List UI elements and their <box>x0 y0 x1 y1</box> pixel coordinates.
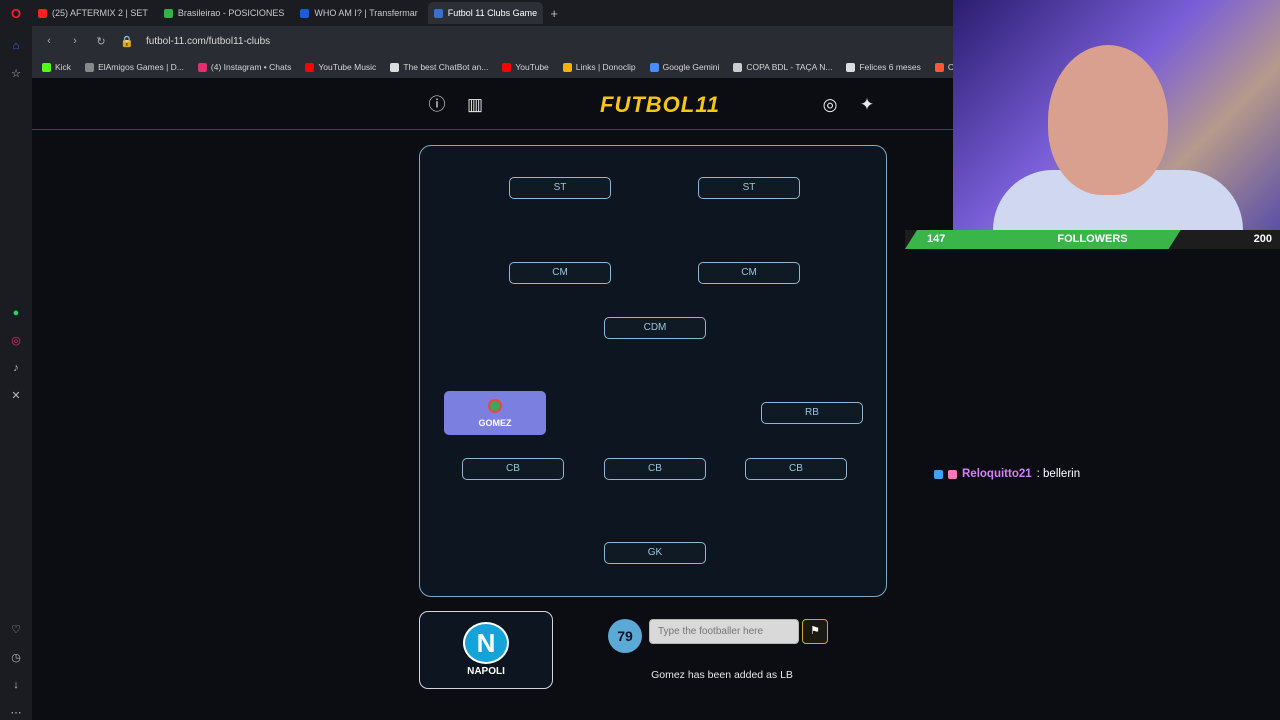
opera-logo-icon[interactable]: O <box>0 0 32 26</box>
bookmark-label: Kick <box>55 62 72 72</box>
bookmark-label: YouTube Music <box>318 62 377 72</box>
flag-icon[interactable]: ⚑ <box>802 619 828 644</box>
heart-icon[interactable]: ♡ <box>8 622 24 637</box>
bookmark-label: The best ChatBot an... <box>403 62 489 72</box>
bookmark-icon <box>305 62 315 72</box>
chat-username: Reloquitto21 <box>962 468 1032 480</box>
player-name: GOMEZ <box>478 418 512 428</box>
club-badge-icon <box>488 399 502 413</box>
chat-text: : bellerin <box>1036 468 1081 480</box>
bookmark-icon <box>197 62 207 72</box>
x-icon[interactable]: ✕ <box>8 388 24 403</box>
stats-icon[interactable]: ▥ <box>464 94 486 116</box>
bookmark-item[interactable]: The best ChatBot an... <box>390 62 488 72</box>
slot-rb[interactable]: RB <box>761 402 863 424</box>
bookmark-item[interactable]: ElAmigos Games | D... <box>85 62 184 72</box>
browser-tab[interactable]: Brasileirao - POSICIONES <box>158 2 291 24</box>
slot-cdm[interactable]: CDM <box>604 317 706 339</box>
bookmark-icon <box>846 62 856 72</box>
browser-sidebar: ⌂ ☆ ● ◎ ♪ ✕ ♡ ◷ ↓ ⋯ <box>0 26 32 720</box>
bookmark-icon <box>390 62 400 72</box>
bookmark-item[interactable]: COPA BDL - TAÇA N... <box>733 62 832 72</box>
slot-gk[interactable]: GK <box>604 542 706 564</box>
site-logo[interactable]: FUTBOL11 <box>600 92 720 118</box>
bookmark-label: ElAmigos Games | D... <box>98 62 184 72</box>
bookmark-label: (4) Instagram • Chats <box>210 62 292 72</box>
history-icon[interactable]: ◷ <box>8 650 24 665</box>
bookmark-label: Felices 6 meses <box>859 62 921 72</box>
bookmark-icon <box>42 62 51 72</box>
new-tab-button[interactable]: + <box>543 6 565 21</box>
instagram-sidebar-icon[interactable]: ◎ <box>8 333 24 348</box>
slot-st-left[interactable]: ST <box>509 177 611 199</box>
tab-label: Futbol 11 Clubs Game <box>447 8 538 18</box>
followers-goal: 200 <box>1253 233 1272 245</box>
bookmark-icon <box>502 62 512 72</box>
formation-pitch: ST ST CM CM CDM GOMEZ RB CB CB CB GK <box>419 145 887 597</box>
browser-tab[interactable]: (25) AFTERMIX 2 | SET <box>32 2 154 24</box>
club-name: NAPOLI <box>467 666 505 677</box>
browser-tab[interactable]: Futbol 11 Clubs Game <box>427 2 544 24</box>
bookmark-label: YouTube <box>515 62 549 72</box>
bookmark-item[interactable]: Google Gemini <box>649 62 720 72</box>
bookmark-item[interactable]: (4) Instagram • Chats <box>197 62 292 72</box>
twitter-icon[interactable]: ✦ <box>856 94 878 116</box>
chat-badge-icon <box>934 469 943 479</box>
napoli-crest-icon: N <box>463 622 509 664</box>
home-icon[interactable]: ⌂ <box>8 38 24 53</box>
bookmark-item[interactable]: Kick <box>42 62 71 72</box>
bookmark-item[interactable]: Felices 6 meses <box>846 62 921 72</box>
tab-list: (25) AFTERMIX 2 | SET Brasileirao - POSIC… <box>32 2 544 24</box>
lock-icon: 🔒 <box>120 35 134 48</box>
followers-goal-bar: 147 FOLLOWERS 200 <box>905 230 1280 249</box>
browser-tab[interactable]: WHO AM I? | Transfermar <box>294 2 423 24</box>
status-message: Gomez has been added as LB <box>651 669 793 681</box>
tab-favicon-icon <box>163 8 173 18</box>
bookmark-item[interactable]: YouTube <box>502 62 549 72</box>
whatsapp-icon[interactable]: ● <box>8 306 24 321</box>
more-icon[interactable]: ⋯ <box>8 705 24 720</box>
current-club-card: N NAPOLI <box>419 611 553 689</box>
slot-cm-left[interactable]: CM <box>509 262 611 284</box>
slot-lb-filled[interactable]: GOMEZ <box>444 391 546 435</box>
bookmark-label: COPA BDL - TAÇA N... <box>746 62 833 72</box>
tab-label: WHO AM I? | Transfermar <box>314 8 418 18</box>
slot-st-right[interactable]: ST <box>698 177 800 199</box>
download-icon[interactable]: ↓ <box>8 677 24 692</box>
slot-cm-right[interactable]: CM <box>698 262 800 284</box>
chat-badge2-icon <box>948 469 957 479</box>
tab-label: (25) AFTERMIX 2 | SET <box>52 8 148 18</box>
tab-favicon-icon <box>38 8 47 18</box>
back-icon[interactable]: ‹ <box>42 35 56 47</box>
bookmark-item[interactable]: YouTube Music <box>305 62 376 72</box>
webcam-overlay <box>953 0 1280 231</box>
slot-cb-right[interactable]: CB <box>745 458 847 480</box>
chat-message: Reloquitto21 : bellerin <box>934 468 1080 480</box>
tab-favicon-icon <box>433 8 443 18</box>
bookmark-icon <box>562 62 572 72</box>
bookmark-label: Google Gemini <box>662 62 720 72</box>
instagram-icon[interactable]: ◎ <box>819 94 841 116</box>
forward-icon[interactable]: › <box>68 35 82 47</box>
tab-favicon-icon <box>300 8 310 18</box>
score-counter: 79 <box>608 619 642 653</box>
slot-cb-left[interactable]: CB <box>462 458 564 480</box>
bookmark-icon <box>733 62 743 72</box>
slot-cb-center[interactable]: CB <box>604 458 706 480</box>
bookmark-item[interactable]: Links | Donoclip <box>562 62 636 72</box>
reload-icon[interactable]: ↻ <box>94 35 108 48</box>
url-field[interactable]: futbol-11.com/futbol11-clubs <box>146 36 270 47</box>
info-icon[interactable]: ⓘ <box>426 94 448 116</box>
star-icon[interactable]: ☆ <box>8 65 24 80</box>
bookmark-icon <box>649 62 659 72</box>
bookmark-icon <box>934 62 944 72</box>
footballer-search-input[interactable] <box>649 619 799 644</box>
streamer-face <box>1048 45 1168 195</box>
bookmark-icon <box>85 62 95 72</box>
tab-label: Brasileirao - POSICIONES <box>177 8 285 18</box>
followers-label: FOLLOWERS <box>1057 233 1128 245</box>
bookmark-label: Links | Donoclip <box>575 62 636 72</box>
tiktok-icon[interactable]: ♪ <box>8 360 24 375</box>
